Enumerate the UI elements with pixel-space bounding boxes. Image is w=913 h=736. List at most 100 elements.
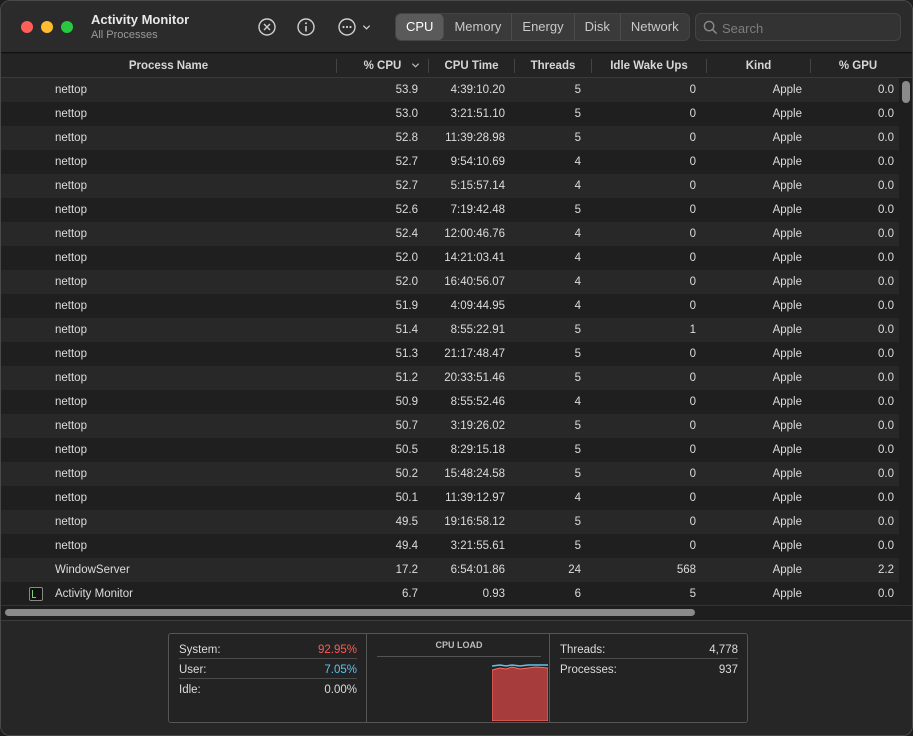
- stat-processes-value: 937: [718, 664, 738, 676]
- cpu-load-graph: [492, 664, 548, 721]
- table-row[interactable]: nettop 51.9 4:09:44.95 4 0 Apple 0.0: [1, 294, 899, 318]
- stat-system-label: System:: [179, 644, 221, 656]
- search-input[interactable]: [722, 18, 892, 38]
- stat-idle: Idle: 0.00%: [179, 681, 357, 699]
- column-header-gpu[interactable]: % GPU: [811, 54, 905, 78]
- stop-process-button[interactable]: [257, 17, 277, 37]
- cell-kind: Apple: [772, 324, 802, 336]
- stat-system: System: 92.95%: [179, 641, 357, 659]
- cell-cpu-time: 3:21:51.10: [450, 108, 505, 120]
- cell-kind: Apple: [772, 156, 802, 168]
- more-actions-menu[interactable]: [337, 17, 373, 37]
- cell-process-name: WindowServer: [55, 564, 130, 576]
- cell-process-name: Activity Monitor: [55, 588, 133, 600]
- tab-cpu[interactable]: CPU: [396, 14, 445, 40]
- vertical-scrollbar[interactable]: [902, 81, 910, 103]
- stat-idle-label: Idle:: [179, 684, 201, 696]
- cell-idle-wake-ups: 0: [689, 348, 696, 360]
- cell-idle-wake-ups: 0: [689, 132, 696, 144]
- cell-threads: 5: [574, 84, 581, 96]
- cell-idle-wake-ups: 568: [676, 564, 696, 576]
- zoom-window-button[interactable]: [61, 21, 73, 33]
- column-header-process-name[interactable]: Process Name: [1, 59, 337, 73]
- cell-threads: 4: [574, 396, 581, 408]
- cell-cpu-percent: 51.9: [395, 300, 418, 312]
- cell-cpu-percent: 52.0: [395, 252, 418, 264]
- cell-cpu-time: 6:54:01.86: [450, 564, 505, 576]
- cell-idle-wake-ups: 0: [689, 156, 696, 168]
- cell-threads: 5: [574, 516, 581, 528]
- column-header-kind[interactable]: Kind: [707, 59, 811, 73]
- table-row[interactable]: nettop 51.4 8:55:22.91 5 1 Apple 0.0: [1, 318, 899, 342]
- cell-cpu-percent: 52.7: [395, 180, 418, 192]
- table-row[interactable]: WindowServer 17.2 6:54:01.86 24 568 Apple 2.2: [1, 558, 899, 582]
- cell-process-name: nettop: [55, 540, 87, 552]
- close-window-button[interactable]: [21, 21, 33, 33]
- cell-gpu-percent: 0.0: [878, 84, 894, 96]
- table-row[interactable]: nettop 51.3 21:17:48.47 5 0 Apple 0.0: [1, 342, 899, 366]
- table-row[interactable]: nettop 49.4 3:21:55.61 5 0 Apple 0.0: [1, 534, 899, 558]
- tab-energy[interactable]: Energy: [512, 14, 575, 40]
- cell-gpu-percent: 0.0: [878, 540, 894, 552]
- stat-user-label: User:: [179, 664, 207, 676]
- cell-gpu-percent: 0.0: [878, 468, 894, 480]
- cell-gpu-percent: 0.0: [878, 348, 894, 360]
- table-row[interactable]: nettop 52.7 9:54:10.69 4 0 Apple 0.0: [1, 150, 899, 174]
- table-row[interactable]: nettop 52.0 16:40:56.07 4 0 Apple 0.0: [1, 270, 899, 294]
- titlebar: Activity Monitor All Processes CPU Memor…: [1, 1, 912, 53]
- search-icon: [703, 20, 718, 35]
- table-row[interactable]: nettop 53.0 3:21:51.10 5 0 Apple 0.0: [1, 102, 899, 126]
- column-header-cpu-time[interactable]: CPU Time: [429, 59, 515, 73]
- table-row[interactable]: nettop 52.4 12:00:46.76 4 0 Apple 0.0: [1, 222, 899, 246]
- table-row[interactable]: nettop 50.5 8:29:15.18 5 0 Apple 0.0: [1, 438, 899, 462]
- minimize-window-button[interactable]: [41, 21, 53, 33]
- table-row[interactable]: nettop 52.0 14:21:03.41 4 0 Apple 0.0: [1, 246, 899, 270]
- cell-cpu-time: 16:40:56.07: [444, 276, 505, 288]
- cell-cpu-percent: 51.3: [395, 348, 418, 360]
- search-field[interactable]: [695, 13, 901, 41]
- horizontal-scrollbar[interactable]: [5, 609, 695, 616]
- cell-cpu-time: 8:55:52.46: [450, 396, 505, 408]
- table-header: Process Name % CPU CPU Time Threads Idle…: [1, 54, 912, 78]
- app-subtitle-view-filter[interactable]: All Processes: [91, 29, 158, 41]
- chevron-down-icon: [362, 25, 371, 30]
- table-row[interactable]: nettop 50.1 11:39:12.97 4 0 Apple 0.0: [1, 486, 899, 510]
- tab-memory[interactable]: Memory: [444, 14, 513, 40]
- cell-idle-wake-ups: 0: [689, 516, 696, 528]
- table-row[interactable]: nettop 52.8 11:39:28.98 5 0 Apple 0.0: [1, 126, 899, 150]
- column-header-threads[interactable]: Threads: [515, 59, 592, 73]
- cell-kind: Apple: [772, 444, 802, 456]
- table-row[interactable]: nettop 52.6 7:19:42.48 5 0 Apple 0.0: [1, 198, 899, 222]
- cell-threads: 5: [574, 348, 581, 360]
- table-row[interactable]: nettop 50.9 8:55:52.46 4 0 Apple 0.0: [1, 390, 899, 414]
- cell-cpu-time: 9:54:10.69: [450, 156, 505, 168]
- cpu-usage-stats: System: 92.95% User: 7.05% Idle: 0.00%: [169, 634, 366, 722]
- tab-network[interactable]: Network: [621, 14, 689, 40]
- cell-threads: 5: [574, 540, 581, 552]
- table-row[interactable]: nettop 51.2 20:33:51.46 5 0 Apple 0.0: [1, 366, 899, 390]
- column-header-idle-wake-ups[interactable]: Idle Wake Ups: [592, 59, 707, 73]
- cell-cpu-time: 8:29:15.18: [450, 444, 505, 456]
- table-row[interactable]: nettop 52.7 5:15:57.14 4 0 Apple 0.0: [1, 174, 899, 198]
- cpu-load-system-area: [492, 666, 548, 721]
- cell-idle-wake-ups: 0: [689, 204, 696, 216]
- cell-gpu-percent: 0.0: [878, 252, 894, 264]
- table-row[interactable]: nettop 50.2 15:48:24.58 5 0 Apple 0.0: [1, 462, 899, 486]
- cell-cpu-percent: 52.8: [395, 132, 418, 144]
- table-row[interactable]: nettop 50.7 3:19:26.02 5 0 Apple 0.0: [1, 414, 899, 438]
- table-row[interactable]: nettop 53.9 4:39:10.20 5 0 Apple 0.0: [1, 78, 899, 102]
- cell-cpu-time: 19:16:58.12: [444, 516, 505, 528]
- cell-gpu-percent: 0.0: [878, 444, 894, 456]
- cell-gpu-percent: 0.0: [878, 204, 894, 216]
- cell-process-name: nettop: [55, 396, 87, 408]
- cpu-summary-panel: System: 92.95% User: 7.05% Idle: 0.00% C…: [168, 633, 748, 723]
- table-row[interactable]: nettop 49.5 19:16:58.12 5 0 Apple 0.0: [1, 510, 899, 534]
- tab-disk[interactable]: Disk: [575, 14, 621, 40]
- table-row[interactable]: Activity Monitor 6.7 0.93 6 5 Apple 0.0: [1, 582, 899, 605]
- stat-idle-value: 0.00%: [324, 684, 357, 696]
- inspect-process-button[interactable]: [296, 17, 316, 37]
- info-icon: [297, 18, 315, 36]
- cell-process-name: nettop: [55, 252, 87, 264]
- cell-process-name: nettop: [55, 348, 87, 360]
- cell-gpu-percent: 0.0: [878, 228, 894, 240]
